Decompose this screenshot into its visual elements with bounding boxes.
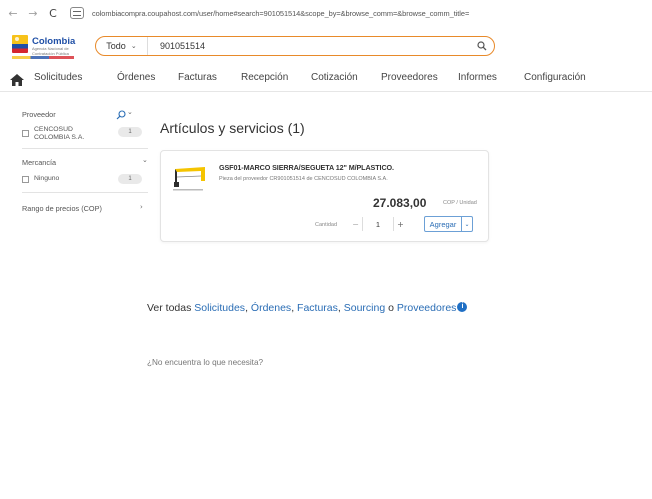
see-all-links: Ver todas Solicitudes, Órdenes, Facturas… [147, 302, 468, 314]
search-input[interactable] [148, 37, 470, 55]
nav-item-cotizacion[interactable]: Cotización [311, 72, 358, 83]
colombia-compra-logo[interactable]: Colombia Agencia Nacional de Contratació… [12, 35, 75, 61]
search-scope-value: Todo [106, 41, 126, 51]
quantity-input[interactable] [371, 220, 385, 229]
nav-item-ordenes[interactable]: Órdenes [117, 72, 155, 83]
back-arrow-icon[interactable]: ← [6, 6, 20, 20]
nav-item-configuracion[interactable]: Configuración [524, 72, 586, 83]
logo-subtitle: Agencia Nacional de Contratación Pública [32, 46, 69, 56]
nav-item-recepcion[interactable]: Recepción [241, 72, 288, 83]
commodity-count-badge: 1 [118, 174, 142, 184]
chevron-down-icon: ⌄ [130, 42, 137, 50]
supplier-option-label: CENCOSUD COLOMBIA S.A. [34, 126, 84, 141]
see-all-separator: o [385, 302, 397, 314]
browser-toolbar: ← → C colombiacompra.coupahost.com/user/… [0, 0, 652, 26]
link-facturas[interactable]: Facturas [297, 302, 338, 314]
search-scope-select[interactable]: Todo ⌄ [96, 37, 148, 55]
supplier-option-line-2: COLOMBIA S.A. [34, 133, 85, 141]
main-navigation: Solicitudes Órdenes Facturas Recepción C… [0, 68, 652, 92]
info-icon[interactable]: i [457, 302, 468, 312]
link-sourcing[interactable]: Sourcing [344, 302, 385, 314]
item-name-link[interactable]: GSF01-MARCO SIERRA/SEGUETA 12" M/PLASTIC… [219, 163, 394, 172]
chevron-down-icon[interactable]: ⌄ [142, 156, 148, 164]
link-proveedores[interactable]: Proveedores [397, 302, 457, 314]
global-search: Todo ⌄ [95, 36, 495, 56]
home-icon[interactable] [10, 73, 24, 86]
nav-item-solicitudes[interactable]: Solicitudes [34, 72, 82, 83]
commodity-option-label: Ninguno [34, 175, 60, 182]
not-found-prompt[interactable]: ¿No encuentra lo que necesita? [147, 358, 263, 367]
nav-item-proveedores[interactable]: Proveedores [381, 72, 438, 83]
commodity-checkbox[interactable] [22, 176, 29, 183]
item-price: 27.083,00 [373, 196, 427, 210]
facet-divider [22, 148, 148, 149]
nav-item-facturas[interactable]: Facturas [178, 72, 217, 83]
reload-icon[interactable]: C [46, 6, 60, 20]
supplier-count-badge: 1 [118, 127, 142, 137]
facet-divider [22, 192, 148, 193]
forward-arrow-icon[interactable]: → [26, 6, 40, 20]
link-solicitudes[interactable]: Solicitudes [194, 302, 245, 314]
quantity-decrement-button[interactable]: − [349, 217, 363, 231]
site-settings-icon[interactable] [70, 7, 84, 19]
app-header: Colombia Agencia Nacional de Contratació… [0, 30, 652, 64]
facet-search-icon[interactable] [116, 107, 126, 125]
facet-commodity-title: Mercancía [22, 158, 57, 167]
item-card: GSF01-MARCO SIERRA/SEGUETA 12" M/PLASTIC… [160, 150, 489, 242]
nav-item-informes[interactable]: Informes [458, 72, 497, 83]
quantity-label: Cantidad [315, 222, 338, 228]
logo-stripe [12, 56, 74, 59]
item-thumbnail[interactable] [171, 165, 209, 193]
logo-flag-icon [12, 35, 28, 53]
chevron-right-icon[interactable]: › [140, 203, 143, 211]
search-icon[interactable] [470, 37, 494, 55]
address-bar[interactable]: colombiacompra.coupahost.com/user/home#s… [92, 9, 469, 18]
item-supplier-part: Pieza del proveedor CR901051514 de CENCO… [219, 176, 388, 182]
supplier-checkbox[interactable] [22, 130, 29, 137]
facet-price-title[interactable]: Rango de precios (COP) [22, 204, 102, 213]
chevron-down-icon[interactable]: ⌄ [127, 108, 133, 116]
add-options-dropdown[interactable]: ⌄ [462, 216, 473, 232]
filter-sidebar: Proveedor ⌄ CENCOSUD COLOMBIA S.A. 1 Mer… [0, 102, 150, 222]
see-all-prefix: Ver todas [147, 302, 195, 314]
quantity-increment-button[interactable]: + [393, 217, 407, 231]
add-to-cart-button[interactable]: Agregar [424, 216, 462, 232]
item-price-unit: COP / Unidad [443, 200, 477, 206]
link-ordenes[interactable]: Órdenes [251, 302, 291, 314]
results-heading: Artículos y servicios (1) [160, 120, 305, 136]
supplier-option-line-1: CENCOSUD [34, 126, 73, 133]
facet-supplier-title: Proveedor [22, 110, 56, 119]
